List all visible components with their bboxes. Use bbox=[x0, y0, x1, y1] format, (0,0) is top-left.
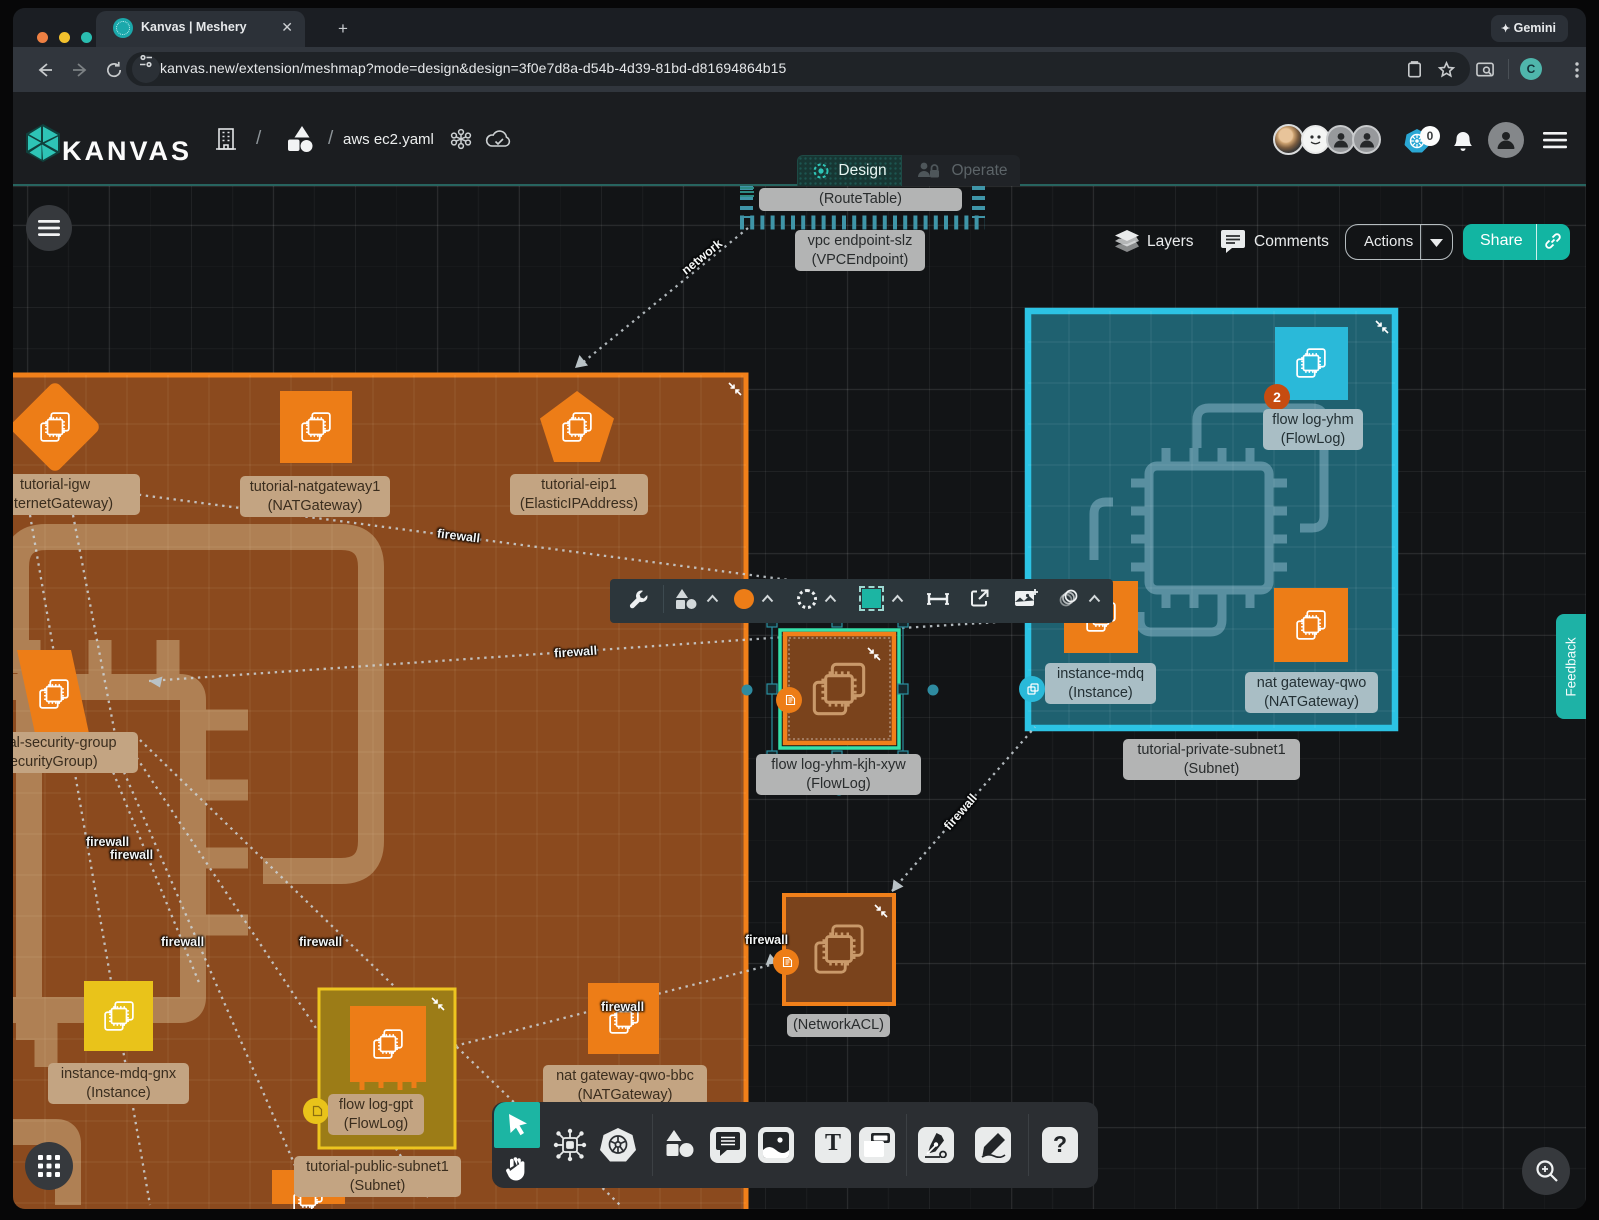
svg-text:2: 2 bbox=[1273, 389, 1281, 405]
